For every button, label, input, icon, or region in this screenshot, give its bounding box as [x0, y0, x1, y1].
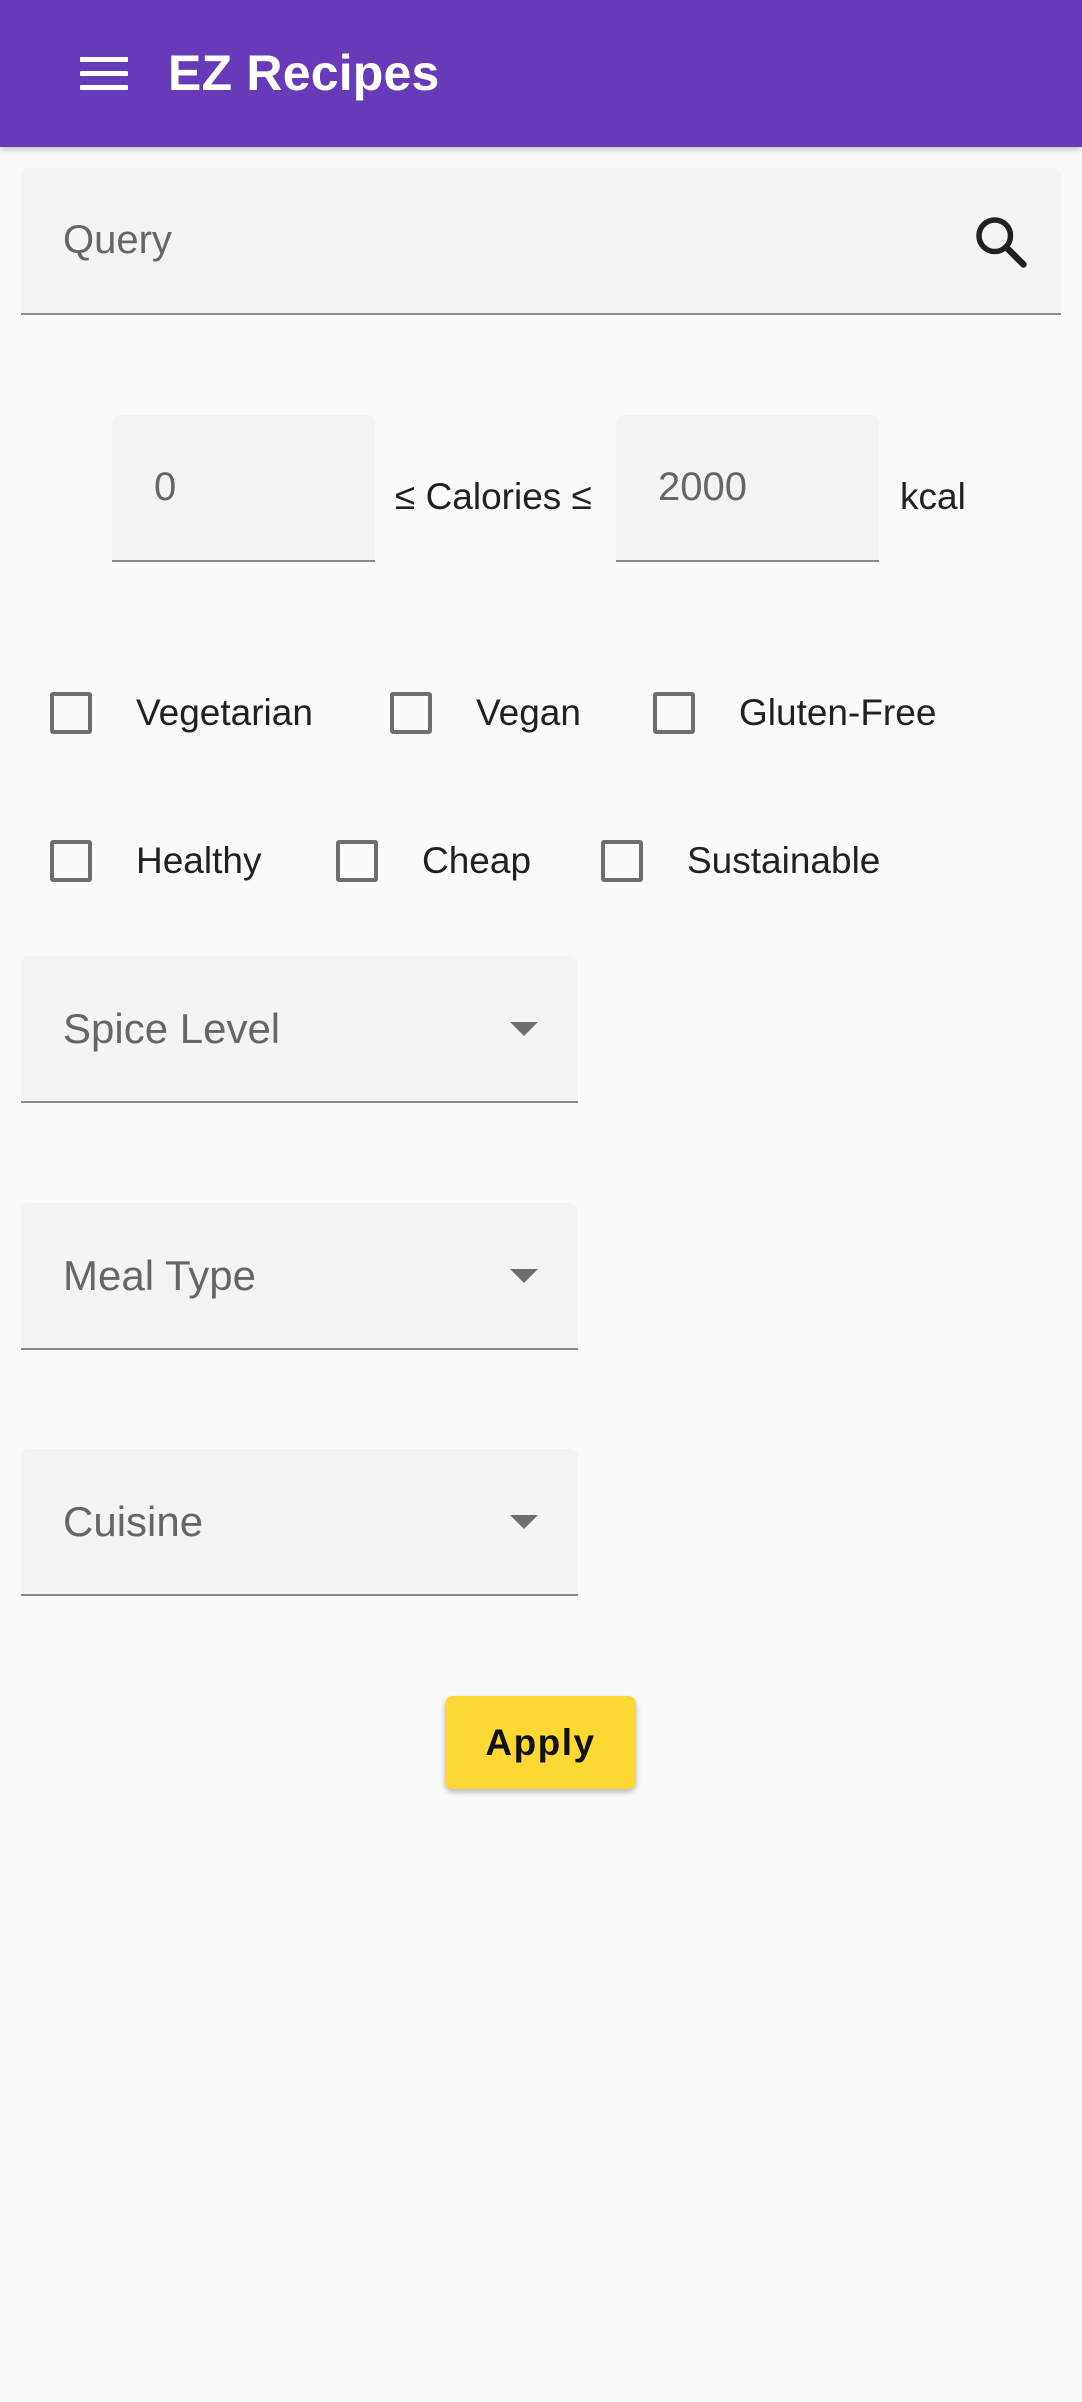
menu-icon[interactable] — [70, 46, 138, 100]
checkbox-box[interactable] — [50, 692, 92, 734]
spice-level-select[interactable]: Spice Level — [21, 956, 578, 1103]
cuisine-select[interactable]: Cuisine — [21, 1449, 578, 1596]
vegan-checkbox[interactable]: Vegan — [390, 692, 581, 734]
select-label: Spice Level — [63, 1005, 281, 1052]
app-bar: EZ Recipes — [0, 0, 1082, 147]
checkbox-label: Cheap — [422, 840, 532, 881]
app-title: EZ Recipes — [168, 45, 440, 101]
checkbox-label: Vegetarian — [136, 692, 313, 733]
checkbox-label: Healthy — [136, 840, 262, 881]
calories-label: ≤ Calories ≤ — [395, 476, 592, 517]
max-calories-placeholder: 2000 — [658, 465, 747, 509]
checkbox-box[interactable] — [390, 692, 432, 734]
checkbox-box[interactable] — [653, 692, 695, 734]
min-calories-value: 0 — [154, 465, 177, 509]
dropdown-arrow-icon — [510, 1269, 538, 1283]
search-icon[interactable] — [971, 212, 1031, 272]
kcal-unit-label: kcal — [900, 476, 966, 517]
checkbox-box[interactable] — [601, 840, 643, 882]
search-placeholder: Query — [63, 218, 172, 262]
checkbox-label: Gluten-Free — [739, 692, 937, 733]
select-label: Cuisine — [63, 1498, 204, 1545]
max-calories-field[interactable]: 2000 — [616, 415, 879, 562]
gluten-free-checkbox[interactable]: Gluten-Free — [653, 692, 936, 734]
cheap-checkbox[interactable]: Cheap — [336, 840, 531, 882]
dropdown-arrow-icon — [510, 1515, 538, 1529]
min-calories-field[interactable]: 0 — [112, 415, 375, 562]
select-label: Meal Type — [63, 1252, 256, 1299]
vegetarian-checkbox[interactable]: Vegetarian — [50, 692, 313, 734]
sustainable-checkbox[interactable]: Sustainable — [601, 840, 880, 882]
dropdown-arrow-icon — [510, 1022, 538, 1036]
search-input[interactable]: Query — [21, 168, 1061, 315]
checkbox-box[interactable] — [336, 840, 378, 882]
checkbox-label: Vegan — [476, 692, 581, 733]
checkbox-label: Sustainable — [687, 840, 881, 881]
healthy-checkbox[interactable]: Healthy — [50, 840, 261, 882]
meal-type-select[interactable]: Meal Type — [21, 1203, 578, 1350]
apply-button[interactable]: Apply — [445, 1696, 636, 1789]
checkbox-box[interactable] — [50, 840, 92, 882]
